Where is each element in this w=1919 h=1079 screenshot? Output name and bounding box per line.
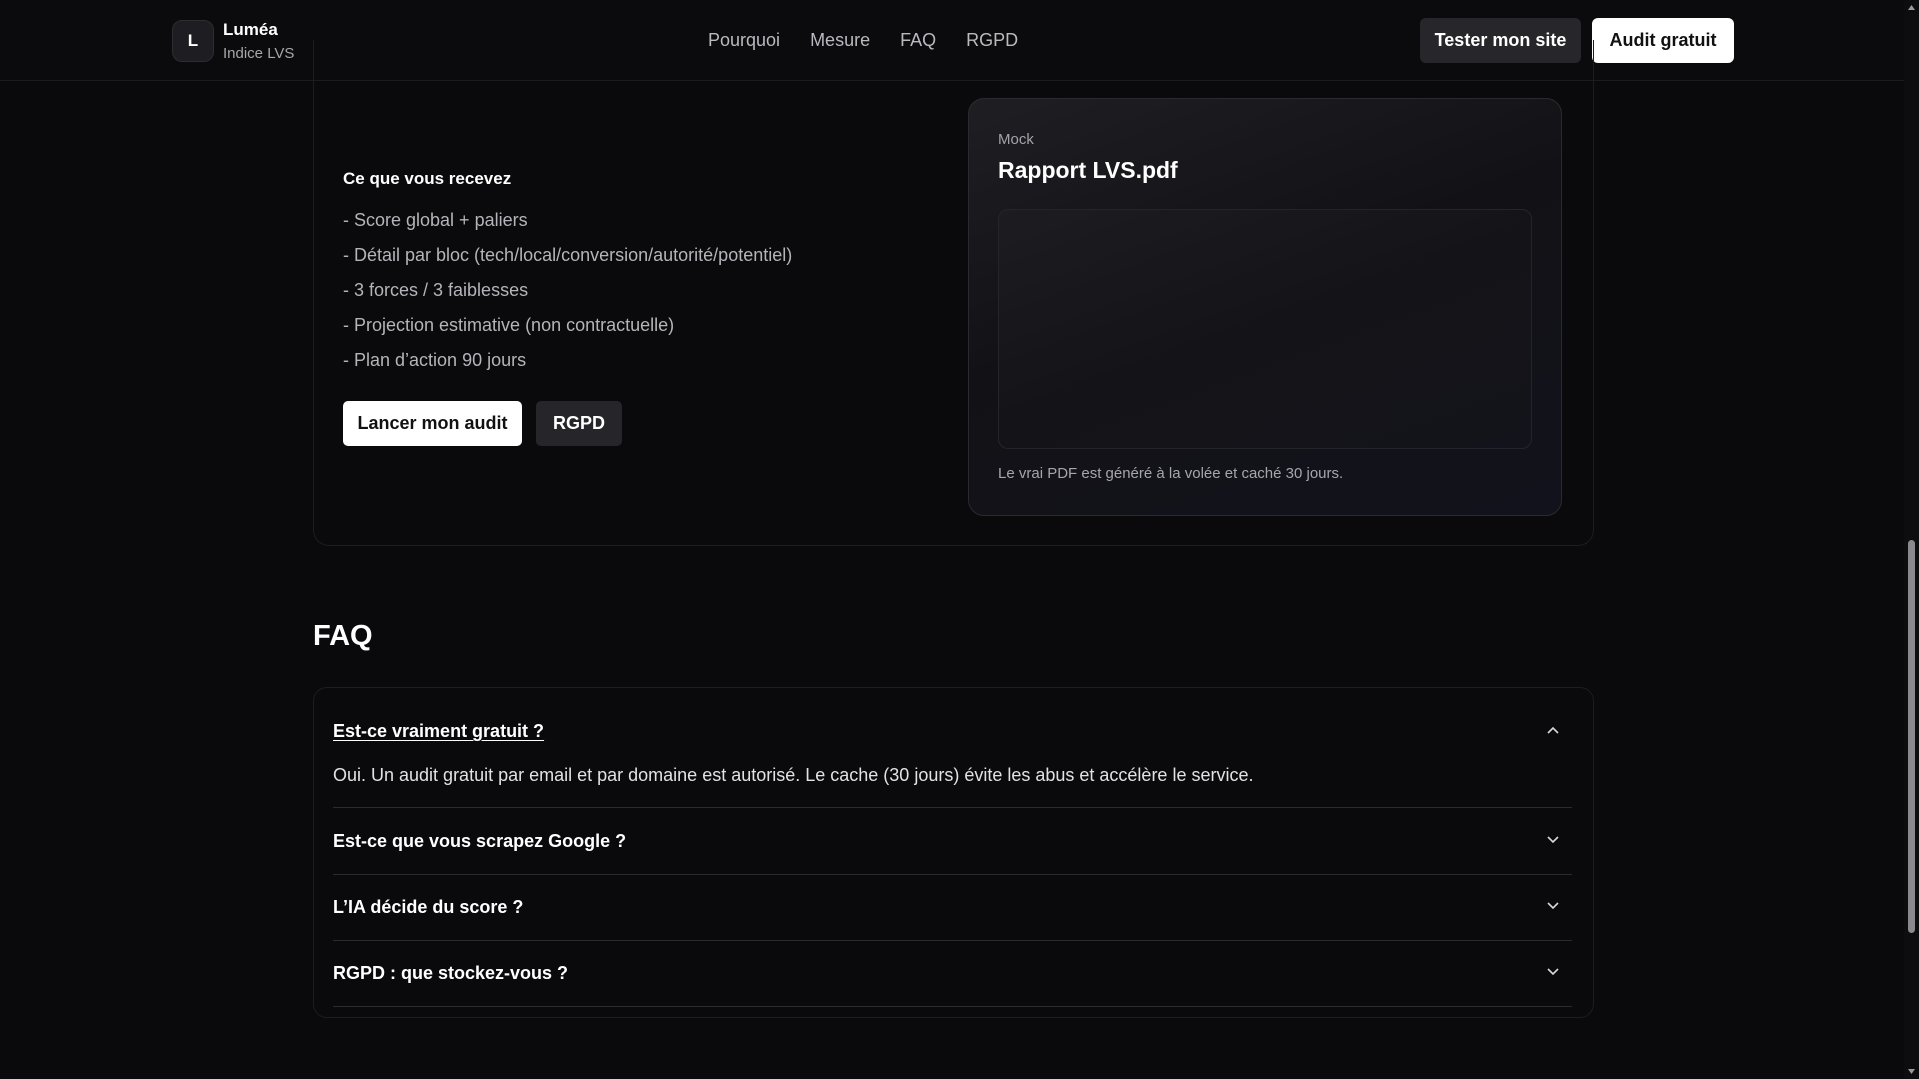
mock-label: Mock: [998, 131, 1034, 148]
faq-question[interactable]: L’IA décide du score ?: [333, 897, 523, 918]
scrollbar-thumb[interactable]: [1908, 540, 1915, 933]
launch-audit-button[interactable]: Lancer mon audit: [343, 401, 522, 446]
free-audit-button[interactable]: Audit gratuit: [1592, 18, 1734, 63]
faq-question[interactable]: Est-ce que vous scrapez Google ?: [333, 831, 626, 852]
faq-item-ia[interactable]: L’IA décide du score ?: [333, 875, 1572, 941]
mock-report-note: Le vrai PDF est généré à la volée et cac…: [998, 465, 1344, 482]
faq-question[interactable]: RGPD : que stockez-vous ?: [333, 963, 568, 984]
receive-item: - Détail par bloc (tech/local/conversion…: [343, 245, 793, 265]
logo-badge[interactable]: L: [172, 20, 214, 62]
mock-report-preview: [998, 209, 1532, 449]
brand-subtitle: Indice LVS: [223, 45, 295, 62]
chevron-down-icon[interactable]: [1546, 899, 1560, 913]
faq-item-rgpd[interactable]: RGPD : que stockez-vous ?: [333, 941, 1572, 1007]
scroll-up-arrow-icon[interactable]: [1907, 3, 1916, 12]
receive-list: - Score global + paliers - Détail par bl…: [343, 206, 792, 381]
receive-item: - Plan d’action 90 jours: [343, 350, 527, 370]
receive-item: - 3 forces / 3 faiblesses: [343, 280, 529, 300]
brand-name[interactable]: Luméa: [223, 20, 278, 40]
faq-heading: FAQ: [313, 620, 373, 652]
faq-item-gratuit: Est-ce vraiment gratuit ? Oui. Un audit …: [333, 708, 1572, 808]
chevron-down-icon[interactable]: [1546, 965, 1560, 979]
faq-answer: Oui. Un audit gratuit par email et par d…: [333, 765, 1254, 785]
scroll-down-arrow-icon[interactable]: [1907, 1067, 1916, 1076]
faq-question[interactable]: Est-ce vraiment gratuit ?: [333, 721, 544, 742]
rgpd-button[interactable]: RGPD: [536, 401, 622, 446]
receive-title: Ce que vous recevez: [343, 169, 512, 188]
faq-item-google[interactable]: Est-ce que vous scrapez Google ?: [333, 808, 1572, 875]
chevron-up-icon[interactable]: [1546, 723, 1560, 737]
page-scrollbar[interactable]: [1904, 0, 1919, 1079]
receive-item: - Score global + paliers: [343, 210, 528, 230]
receive-item: - Projection estimative (non contractuel…: [343, 315, 675, 335]
mock-report-title: Rapport LVS.pdf: [998, 157, 1178, 183]
chevron-down-icon[interactable]: [1546, 833, 1560, 847]
